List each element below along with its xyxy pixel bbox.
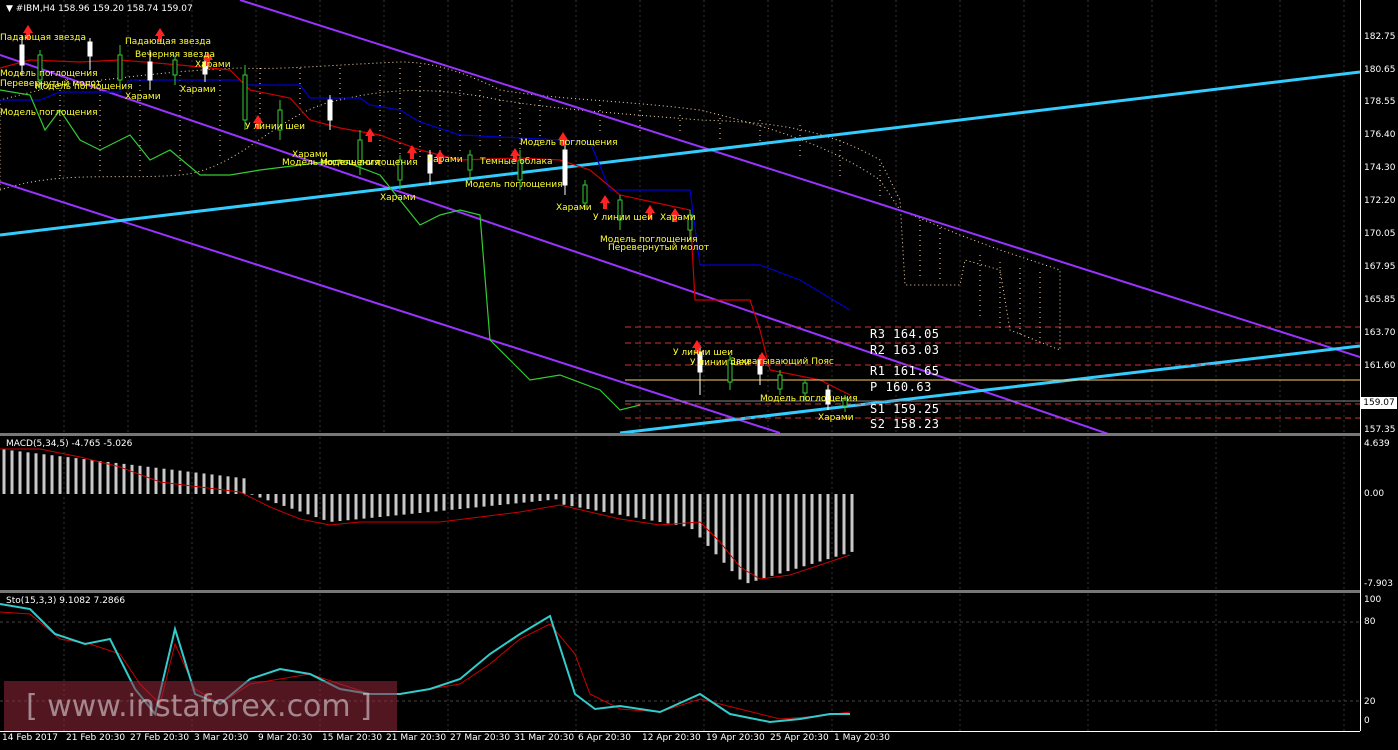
stochastic-tick: 0 <box>1364 716 1370 726</box>
ohlc-values: 158.96 159.20 158.74 159.07 <box>58 4 193 14</box>
macd-svg <box>0 437 1345 590</box>
price-tick: 165.85 <box>1364 295 1396 305</box>
price-tick: 163.70 <box>1364 328 1396 338</box>
macd-pane[interactable]: MACD(5,34,5) -4.765 -5.026 <box>0 437 1360 590</box>
price-tick: 161.60 <box>1364 361 1396 371</box>
pattern-label: Вечерняя звезда <box>135 50 216 60</box>
time-tick: 14 Feb 2017 <box>2 733 59 743</box>
grid-vertical <box>63 0 1345 433</box>
time-tick: 31 Mar 20:30 <box>514 733 575 743</box>
time-tick: 3 Mar 20:30 <box>194 733 249 743</box>
pivot-r1-label: R1 161.65 <box>870 364 940 378</box>
price-tick: 157.35 <box>1364 425 1396 435</box>
price-tick: 178.55 <box>1364 97 1396 107</box>
time-tick: 15 Mar 20:30 <box>322 733 383 743</box>
price-tick: 182.75 <box>1364 32 1396 42</box>
pattern-label: Харами <box>427 155 463 165</box>
price-tick: 170.05 <box>1364 229 1396 239</box>
price-tick: 172.20 <box>1364 196 1396 206</box>
ichimoku-cloud <box>0 61 1061 351</box>
stochastic-tick: 80 <box>1364 617 1376 627</box>
pivot-r3-label: R3 164.05 <box>870 327 940 341</box>
time-tick: 19 Apr 20:30 <box>706 733 765 743</box>
watermark-text: [ www.instaforex.com ] <box>26 689 372 724</box>
pattern-label: Модель поглощения <box>320 158 418 168</box>
stochastic-tick: 100 <box>1364 595 1382 605</box>
macd-tick: 4.639 <box>1364 439 1390 449</box>
pattern-label: Харами <box>180 85 216 95</box>
pivot-s2-label: S2 158.23 <box>870 417 940 431</box>
pivot-s1-label: S1 159.25 <box>870 402 940 416</box>
pattern-label: Модель поглощения <box>465 180 563 190</box>
price-tick: 180.65 <box>1364 65 1396 75</box>
watermark: [ www.instaforex.com ] <box>4 681 397 731</box>
pattern-label: Харами <box>556 203 592 213</box>
pattern-label: Перевернутый молот <box>608 243 710 253</box>
price-tick: 176.40 <box>1364 130 1396 140</box>
price-tick: 174.30 <box>1364 163 1396 173</box>
pattern-label: Модель поглощения <box>35 82 133 92</box>
time-tick: 21 Feb 20:30 <box>66 733 126 743</box>
pattern-label: Модель поглощения <box>0 69 98 79</box>
pattern-label: У линии шеи <box>593 213 654 223</box>
macd-tick: 0.00 <box>1364 489 1385 499</box>
pattern-label: Харами <box>125 92 161 102</box>
stochastic-tick: 20 <box>1364 697 1376 707</box>
pattern-label: У линии шеи <box>245 122 306 132</box>
pane-separator[interactable] <box>0 433 1398 436</box>
chart-header: ▼ #IBM,H4 158.96 159.20 158.74 159.07 <box>6 4 193 14</box>
pattern-label: У линии шеи <box>673 348 734 358</box>
pivot-r2-label: R2 163.03 <box>870 343 940 357</box>
time-tick: 9 Mar 20:30 <box>258 733 313 743</box>
time-tick: 12 Apr 20:30 <box>642 733 701 743</box>
price-tick: 167.95 <box>1364 262 1396 272</box>
pivot-lines <box>625 326 1360 419</box>
symbol-timeframe: #IBM,H4 <box>15 4 56 14</box>
time-tick: 1 May 20:30 <box>834 733 890 743</box>
macd-histogram <box>2 449 854 584</box>
macd-label: MACD(5,34,5) -4.765 -5.026 <box>6 439 133 449</box>
time-tick: 25 Apr 20:30 <box>770 733 829 743</box>
pattern-label: Модель поглощения <box>760 394 858 404</box>
pattern-label: Падающая звезда <box>125 37 212 47</box>
pattern-label: Харами <box>195 60 231 70</box>
current-price-label: 159.07 <box>1361 397 1397 409</box>
stochastic-label: Sto(15,3,3) 9.1082 7.2866 <box>6 596 126 606</box>
pattern-label: Харами <box>818 413 854 423</box>
pattern-label: Харами <box>380 193 416 203</box>
pattern-label: Модель поглощения <box>520 138 618 148</box>
time-tick: 27 Feb 20:30 <box>130 733 190 743</box>
pattern-label: Модель поглощения <box>0 108 98 118</box>
time-tick: 6 Apr 20:30 <box>578 733 631 743</box>
pane-separator[interactable] <box>0 590 1398 593</box>
pivot-p-label: P 160.63 <box>870 380 932 394</box>
pattern-label: Захватывающий Пояс <box>730 357 834 367</box>
time-tick: 21 Mar 20:30 <box>386 733 447 743</box>
time-tick: 27 Mar 20:30 <box>450 733 511 743</box>
macd-tick: -7.903 <box>1364 579 1394 589</box>
cloud-hatching <box>59 66 1041 345</box>
pattern-label: Харами <box>660 213 696 223</box>
pattern-label: Темные облака <box>480 157 553 167</box>
pattern-label: Падающая звезда <box>0 33 87 43</box>
price-chart-pane[interactable]: ▼ #IBM,H4 158.96 159.20 158.74 159.07 Па… <box>0 0 1360 433</box>
triangle-down-icon[interactable]: ▼ <box>6 4 13 14</box>
